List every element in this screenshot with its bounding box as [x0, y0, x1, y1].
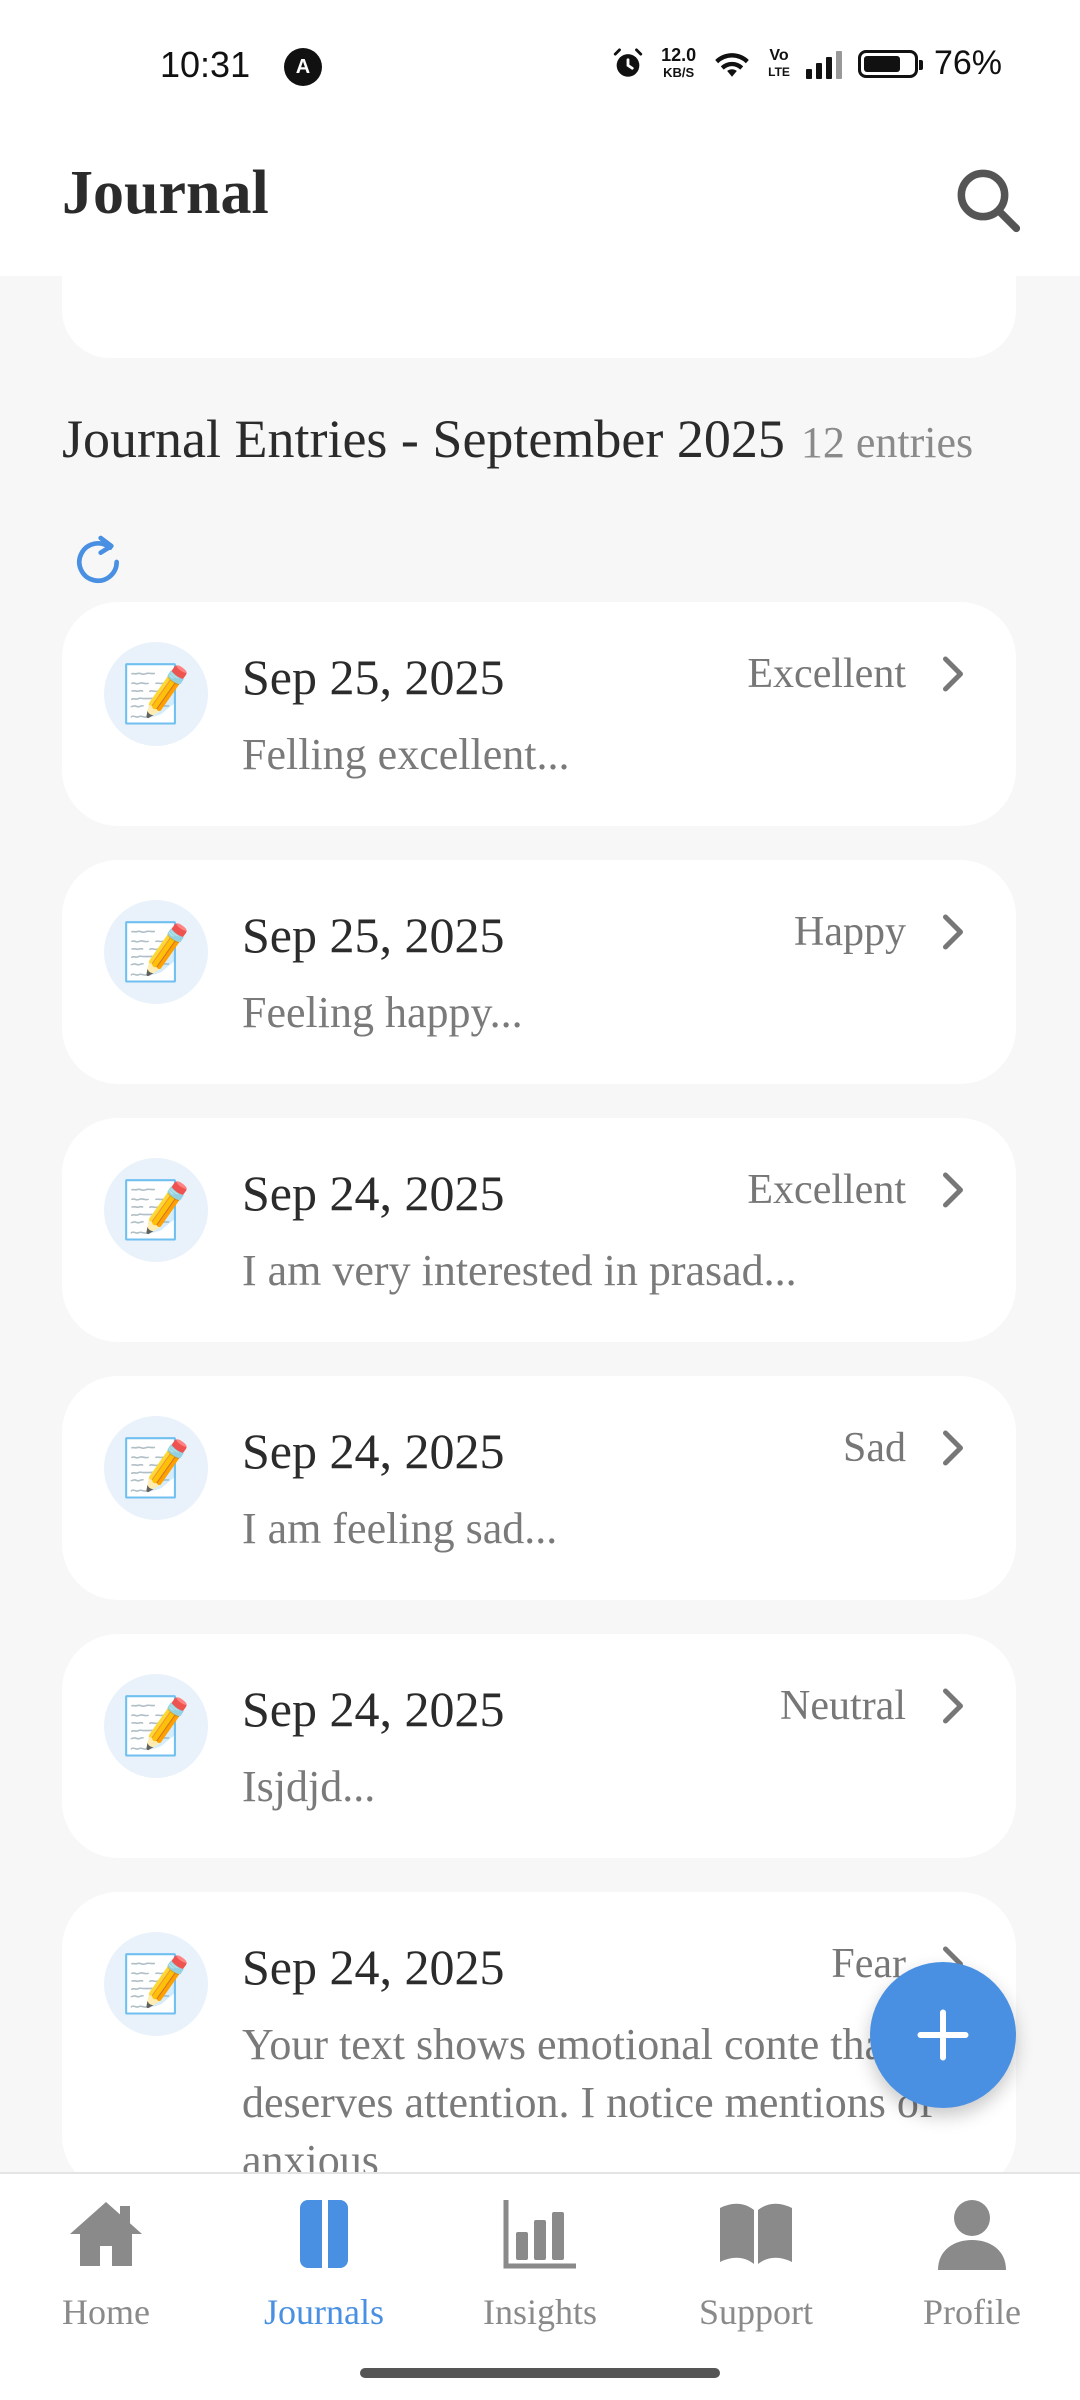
memo-icon: 📝	[104, 1158, 208, 1262]
entry-preview: I am feeling sad...	[242, 1504, 558, 1553]
entry-date: Sep 25, 2025	[242, 907, 505, 963]
nav-label-support: Support	[698, 2292, 813, 2332]
add-entry-button[interactable]	[870, 1962, 1016, 2108]
wifi-icon	[715, 52, 749, 77]
alarm-icon	[613, 47, 643, 77]
section-title: Journal Entries - September 2025	[62, 409, 785, 469]
journal-entry-card[interactable]: 📝 Sep 24, 2025 Excellent I am very inter…	[62, 1118, 1016, 1342]
entry-mood: Excellent	[747, 1167, 906, 1213]
memo-icon: 📝	[104, 642, 208, 746]
battery-percent: 76%	[933, 44, 1002, 82]
entry-preview: Felling excellent...	[242, 730, 570, 779]
entry-preview: Your text shows emotional conte that des…	[242, 2020, 934, 2185]
nav-item-profile[interactable]: Profile	[872, 2196, 1072, 2333]
home-indicator[interactable]	[360, 2368, 720, 2378]
page-title: Journal	[62, 159, 269, 227]
entry-preview: I am very interested in prasad...	[242, 1246, 797, 1295]
entry-count: 12 entries	[800, 418, 974, 467]
entry-date: Sep 24, 2025	[242, 1423, 505, 1479]
memo-icon: 📝	[104, 1674, 208, 1778]
volte-top: Vo	[769, 46, 789, 64]
entry-mood: Neutral	[780, 1683, 906, 1729]
journal-icon	[300, 2200, 348, 2268]
entry-date: Sep 24, 2025	[242, 1165, 505, 1221]
entry-preview: Feeling happy...	[242, 988, 523, 1037]
section-header: Journal Entries - September 2025 12 entr…	[62, 408, 1022, 470]
chevron-right-icon	[943, 914, 963, 950]
journal-entry-card[interactable]: 📝 Sep 25, 2025 Excellent Felling excelle…	[62, 602, 1016, 826]
status-icons: 12.0 KB/S Vo LTE 76%	[611, 44, 1002, 83]
journal-entries-list: 📝 Sep 25, 2025 Excellent Felling excelle…	[62, 602, 1016, 2226]
network-speed: 12.0 KB/S	[661, 46, 696, 82]
summary-card	[62, 240, 1016, 358]
person-icon	[938, 2200, 1006, 2270]
volte-indicator: Vo LTE	[768, 46, 790, 80]
battery-level	[863, 55, 901, 72]
bottom-navigation: Home Journals Insights Support Profile	[0, 2172, 1080, 2400]
entry-date: Sep 24, 2025	[242, 1681, 505, 1737]
chevron-right-icon	[943, 1430, 963, 1466]
chevron-right-icon	[943, 1688, 963, 1724]
entry-mood: Happy	[794, 909, 906, 955]
journal-entry-card[interactable]: 📝 Sep 24, 2025 Neutral Isjdjd...	[62, 1634, 1016, 1858]
bar-chart-icon	[503, 2200, 576, 2269]
volte-bottom: LTE	[768, 64, 790, 79]
nav-label-home: Home	[62, 2292, 150, 2332]
nav-label-journals: Journals	[264, 2292, 384, 2332]
nav-item-insights[interactable]: Insights	[440, 2196, 640, 2333]
entry-mood: Sad	[843, 1425, 906, 1471]
entry-date: Sep 25, 2025	[242, 649, 505, 705]
chevron-right-icon	[943, 656, 963, 692]
nav-item-journals[interactable]: Journals	[224, 2196, 424, 2333]
refresh-icon[interactable]	[66, 530, 130, 594]
search-icon[interactable]	[948, 160, 1028, 240]
signal-icon	[805, 49, 842, 79]
memo-icon: 📝	[104, 1932, 208, 2036]
entry-mood: Excellent	[747, 651, 906, 697]
status-bar: 10:31 A 12.0 KB/S Vo LTE 76%	[0, 0, 1080, 132]
entry-preview: Isjdjd...	[242, 1762, 376, 1811]
nav-item-support[interactable]: Support	[656, 2196, 856, 2333]
network-speed-value: 12.0	[661, 44, 697, 65]
nav-label-profile: Profile	[923, 2292, 1021, 2332]
entry-date: Sep 24, 2025	[242, 1939, 505, 1995]
journal-entry-card[interactable]: 📝 Sep 25, 2025 Happy Feeling happy...	[62, 860, 1016, 1084]
memo-icon: 📝	[104, 1416, 208, 1520]
network-speed-unit: KB/S	[663, 64, 695, 80]
memo-icon: 📝	[104, 900, 208, 1004]
journal-entry-card[interactable]: 📝 Sep 24, 2025 Sad I am feeling sad...	[62, 1376, 1016, 1600]
home-icon	[70, 2202, 142, 2266]
book-icon	[720, 2203, 792, 2264]
battery-icon	[857, 49, 923, 78]
plus-icon	[917, 2009, 969, 2061]
status-time: 10:31	[160, 44, 251, 85]
nav-label-insights: Insights	[482, 2292, 597, 2332]
nav-item-home[interactable]: Home	[6, 2196, 206, 2333]
status-app-icon: A	[284, 48, 322, 86]
chevron-right-icon	[943, 1172, 963, 1208]
